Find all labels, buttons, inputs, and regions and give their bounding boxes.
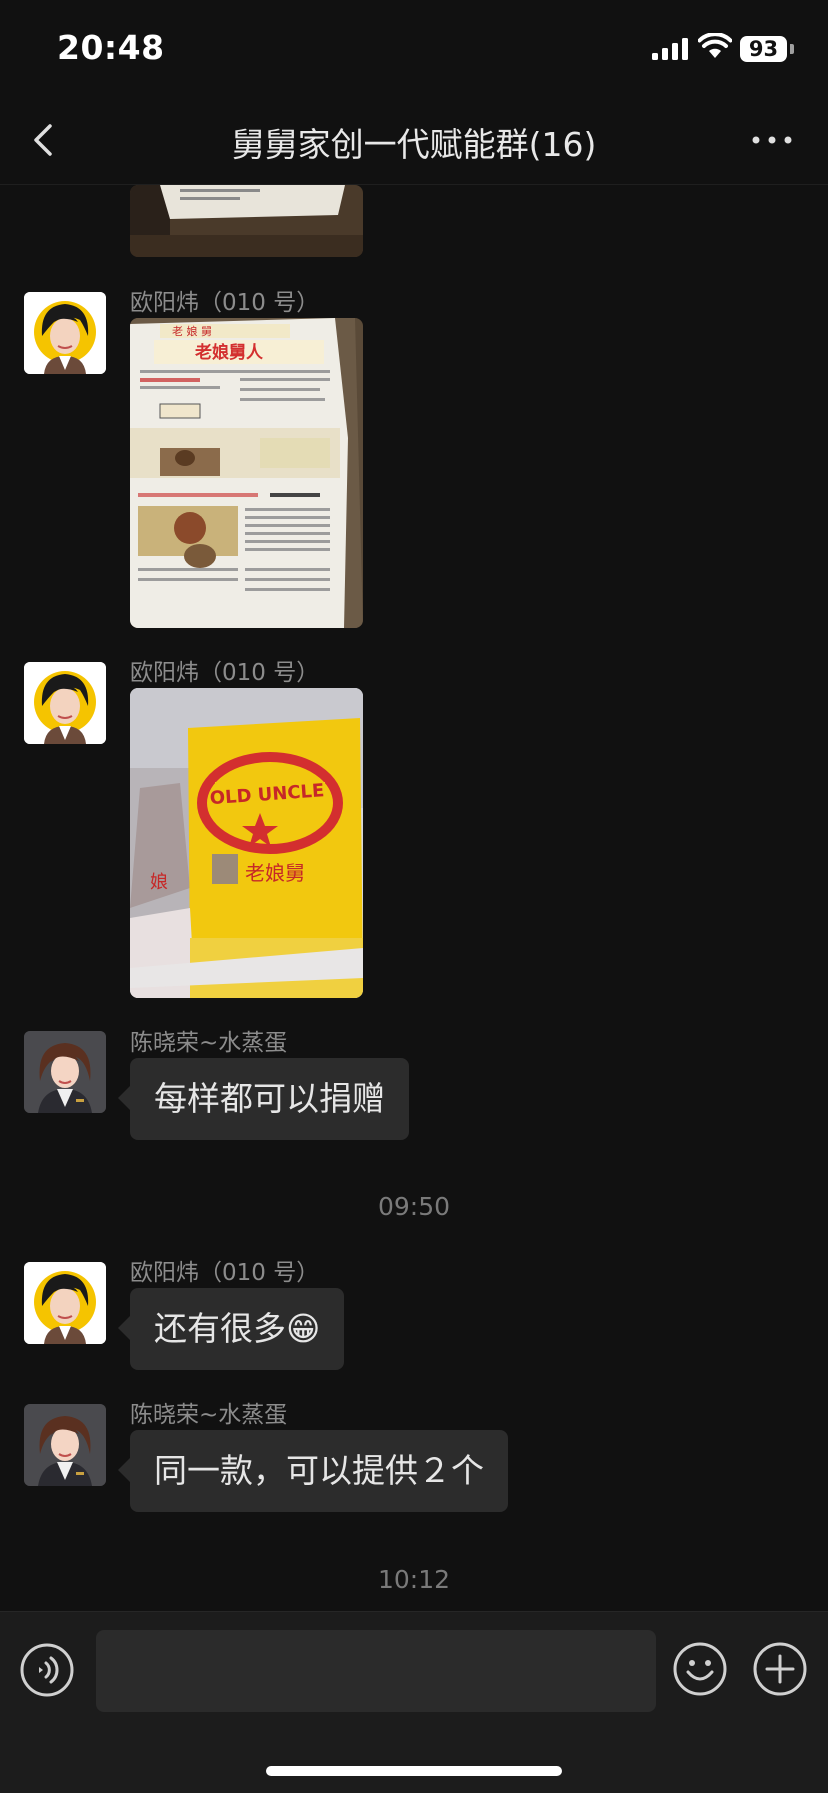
message-image[interactable]: 老 娘 舅 老娘舅人 xyxy=(130,318,363,628)
more-dots-icon[interactable] xyxy=(750,126,794,154)
chat-title: 舅舅家创一代赋能群(16) xyxy=(231,125,597,164)
avatar[interactable] xyxy=(24,1404,106,1486)
message-input[interactable] xyxy=(96,1630,656,1712)
avatar[interactable] xyxy=(24,662,106,744)
message-bubble[interactable]: 每样都可以捐赠 xyxy=(118,1058,409,1140)
plus-icon[interactable] xyxy=(753,1642,807,1696)
home-indicator xyxy=(266,1766,562,1776)
signal-icon xyxy=(652,38,688,60)
avatar[interactable] xyxy=(24,292,106,374)
status-bar: 20:48 93 xyxy=(0,0,828,96)
battery-level: 93 xyxy=(740,36,787,62)
chevron-left-icon[interactable] xyxy=(26,116,66,164)
svg-text:老娘舅: 老娘舅 xyxy=(245,861,305,885)
message-timestamp: 10:12 xyxy=(377,1565,451,1594)
svg-text:老 娘 舅: 老 娘 舅 xyxy=(172,324,212,338)
status-time: 20:48 xyxy=(57,28,165,67)
battery-cap xyxy=(790,44,794,54)
chat-header: 舅舅家创一代赋能群(16) xyxy=(0,96,828,185)
message-image[interactable] xyxy=(130,185,363,257)
avatar[interactable] xyxy=(24,1031,106,1113)
svg-text:老娘舅人: 老娘舅人 xyxy=(194,342,264,363)
message-timestamp: 09:50 xyxy=(377,1192,451,1221)
chat-message-list[interactable]: 欧阳炜（010 号） 老 娘 舅 老娘舅人 欧阳炜（010 号） OLD UNC… xyxy=(0,185,828,1611)
message-bubble[interactable]: 同一款，可以提供２个 xyxy=(118,1430,508,1512)
sender-name: 欧阳炜（010 号） xyxy=(130,1260,320,1286)
chat-input-bar xyxy=(0,1611,828,1793)
sender-name: 欧阳炜（010 号） xyxy=(130,660,320,686)
message-image[interactable]: OLD UNCLE 老娘舅 娘 xyxy=(130,688,363,998)
sender-name: 陈晓荣~水蒸蛋 xyxy=(130,1030,288,1056)
sender-name: 欧阳炜（010 号） xyxy=(130,290,320,316)
wifi-icon xyxy=(698,33,732,58)
voice-icon[interactable] xyxy=(20,1643,74,1697)
message-bubble[interactable]: 还有很多😁 xyxy=(117,1288,345,1370)
svg-text:娘: 娘 xyxy=(150,872,168,893)
sender-name: 陈晓荣~水蒸蛋 xyxy=(130,1402,288,1428)
avatar[interactable] xyxy=(24,1262,106,1344)
emoji-icon[interactable] xyxy=(673,1642,727,1696)
